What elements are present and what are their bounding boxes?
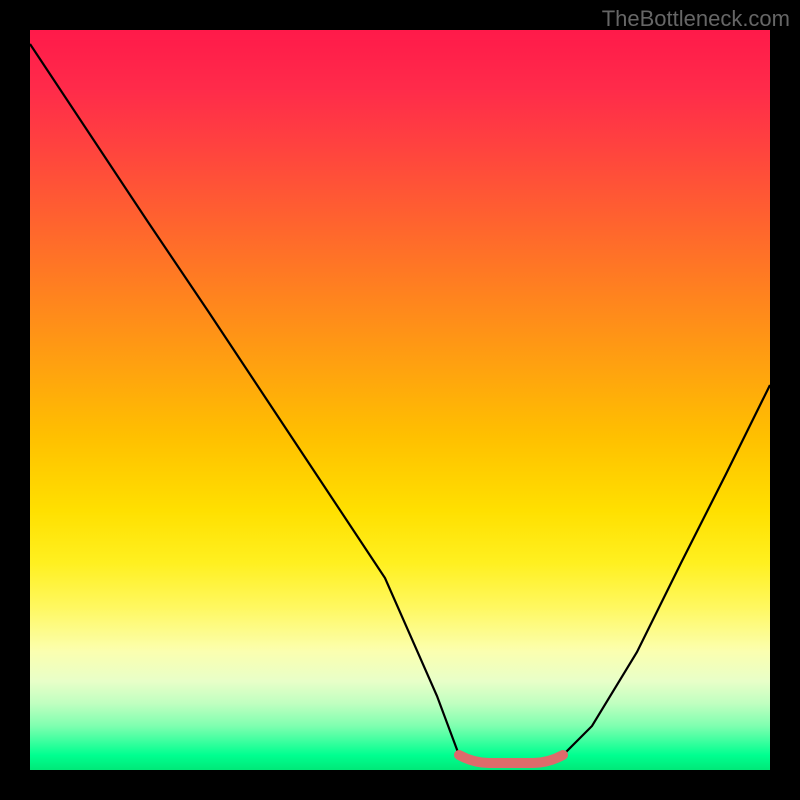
bottleneck-curve: [30, 44, 770, 763]
watermark-text: TheBottleneck.com: [602, 6, 790, 32]
optimal-range-marker: [459, 755, 563, 763]
curve-layer: [30, 30, 770, 770]
plot-area: [30, 30, 770, 770]
